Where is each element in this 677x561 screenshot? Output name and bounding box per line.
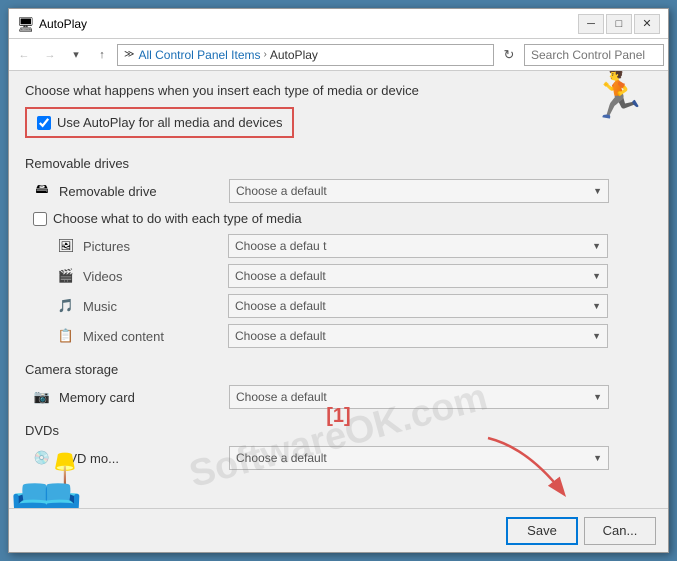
breadcrumb-control-panel[interactable]: All Control Panel Items [138, 48, 260, 62]
mixed-content-row: 📋 Mixed content Choose a default ▼ [57, 324, 652, 348]
videos-icon: 🎬 [57, 267, 75, 285]
memory-card-row: 📷 Memory card Choose a default ▼ [25, 385, 652, 409]
title-bar: 🖥 AutoPlay ─ □ ✕ [9, 9, 668, 39]
minimize-button[interactable]: ─ [578, 14, 604, 34]
dvds-heading: DVDs [25, 423, 652, 438]
autoplay-checkbox-row: Use AutoPlay for all media and devices [25, 107, 294, 138]
close-button[interactable]: ✕ [634, 14, 660, 34]
music-dropdown-value: Choose a default [235, 299, 326, 313]
mixed-content-dropdown[interactable]: Choose a default ▼ [228, 324, 608, 348]
camera-storage-section: Camera storage 📷 Memory card Choose a de… [25, 362, 652, 409]
cancel-button[interactable]: Can... [584, 517, 656, 545]
content-area: Choose what happens when you insert each… [9, 71, 668, 508]
pictures-dropdown-value: Choose a defau t [235, 239, 326, 253]
choose-media-row: Choose what to do with each type of medi… [25, 211, 652, 226]
dropdown-arrow-icon: ▼ [593, 453, 602, 463]
autoplay-label[interactable]: Use AutoPlay for all media and devices [57, 115, 282, 130]
videos-dropdown[interactable]: Choose a default ▼ [228, 264, 608, 288]
removable-drive-label: Removable drive [59, 184, 229, 199]
choose-media-label[interactable]: Choose what to do with each type of medi… [53, 211, 302, 226]
address-bar: ← → ▾ ↑ ≫ All Control Panel Items › Auto… [9, 39, 668, 71]
dropdown-arrow-icon: ▼ [593, 392, 602, 402]
mixed-content-dropdown-value: Choose a default [235, 329, 326, 343]
window-controls: ─ □ ✕ [578, 14, 660, 34]
removable-drives-section: Removable drives 🖴 Removable drive Choos… [25, 156, 652, 348]
footer-bar: Save Can... [9, 508, 668, 552]
music-dropdown[interactable]: Choose a default ▼ [228, 294, 608, 318]
removable-drive-row: 🖴 Removable drive Choose a default ▼ [25, 179, 652, 203]
sub-items: 🖼 Pictures Choose a defau t ▼ 🎬 Videos C… [25, 234, 652, 348]
search-input[interactable] [524, 44, 664, 66]
save-button[interactable]: Save [506, 517, 578, 545]
dvd-movie-icon: 💿 [33, 449, 51, 467]
up-button[interactable]: ↑ [91, 44, 113, 66]
recent-locations-button[interactable]: ▾ [65, 44, 87, 66]
dvd-movie-dropdown-value: Choose a default [236, 451, 327, 465]
dropdown-arrow-icon: ▼ [593, 186, 602, 196]
dvd-movie-row: 💿 DVD mo... Choose a default ▼ [25, 446, 652, 470]
dropdown-arrow-icon: ▼ [592, 271, 601, 281]
music-row: 🎵 Music Choose a default ▼ [57, 294, 652, 318]
memory-card-dropdown-value: Choose a default [236, 390, 327, 404]
back-button[interactable]: ← [13, 44, 35, 66]
refresh-button[interactable]: ↻ [498, 44, 520, 66]
dvds-section: DVDs 💿 DVD mo... Choose a default ▼ [25, 423, 652, 470]
mixed-content-icon: 📋 [57, 327, 75, 345]
forward-button[interactable]: → [39, 44, 61, 66]
choose-media-checkbox[interactable] [33, 212, 47, 226]
pictures-icon: 🖼 [57, 237, 75, 255]
videos-dropdown-value: Choose a default [235, 269, 326, 283]
window-title: AutoPlay [39, 17, 578, 31]
memory-card-icon: 📷 [33, 388, 51, 406]
maximize-button[interactable]: □ [606, 14, 632, 34]
dropdown-arrow-icon: ▼ [592, 331, 601, 341]
music-icon: 🎵 [57, 297, 75, 315]
dropdown-arrow-icon: ▼ [592, 241, 601, 251]
pictures-dropdown[interactable]: Choose a defau t ▼ [228, 234, 608, 258]
autoplay-checkbox[interactable] [37, 116, 51, 130]
videos-row: 🎬 Videos Choose a default ▼ [57, 264, 652, 288]
removable-drive-dropdown[interactable]: Choose a default ▼ [229, 179, 609, 203]
mixed-content-label: Mixed content [83, 329, 228, 344]
camera-storage-heading: Camera storage [25, 362, 652, 377]
dropdown-arrow-icon: ▼ [592, 301, 601, 311]
breadcrumb: ≫ All Control Panel Items › AutoPlay [117, 44, 494, 66]
window-icon: 🖥 [17, 16, 33, 32]
music-label: Music [83, 299, 228, 314]
autoplay-window: 🖥 AutoPlay ─ □ ✕ ← → ▾ ↑ ≫ All Control P… [8, 8, 669, 553]
removable-drive-icon: 🖴 [33, 182, 51, 200]
intro-text: Choose what happens when you insert each… [25, 83, 419, 98]
breadcrumb-separator: › [264, 49, 267, 60]
breadcrumb-autoplay: AutoPlay [270, 48, 318, 62]
removable-drive-dropdown-value: Choose a default [236, 184, 327, 198]
pictures-row: 🖼 Pictures Choose a defau t ▼ [57, 234, 652, 258]
memory-card-label: Memory card [59, 390, 229, 405]
removable-drives-heading: Removable drives [25, 156, 652, 171]
pictures-label: Pictures [83, 239, 228, 254]
memory-card-dropdown[interactable]: Choose a default ▼ [229, 385, 609, 409]
dvd-movie-dropdown[interactable]: Choose a default ▼ [229, 446, 609, 470]
dvd-movie-label: DVD mo... [59, 451, 229, 466]
videos-label: Videos [83, 269, 228, 284]
